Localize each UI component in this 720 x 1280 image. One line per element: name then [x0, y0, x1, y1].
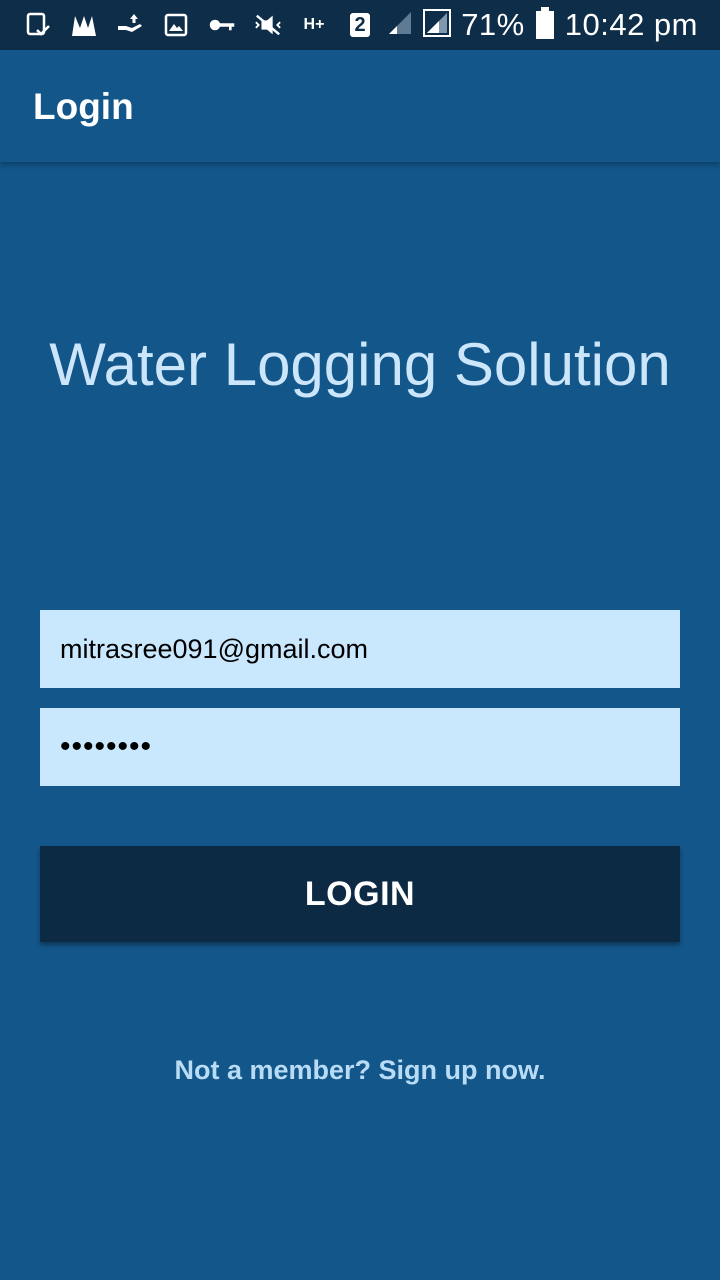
key-icon: [208, 12, 236, 38]
mute-icon: [254, 12, 282, 38]
password-field[interactable]: [40, 708, 680, 786]
m-logo-icon: [70, 12, 98, 38]
notification-icons: H+ 2: [24, 0, 374, 50]
hand-upload-icon: [116, 12, 144, 38]
page-title: Login: [33, 86, 134, 127]
status-bar: H+ 2 71% 10:42 pm: [0, 0, 720, 50]
battery-percent: 71%: [461, 7, 525, 42]
app-title: Water Logging Solution: [49, 331, 671, 398]
signup-link[interactable]: Not a member? Sign up now.: [0, 1055, 720, 1086]
screen-check-icon: [24, 12, 52, 38]
app-bar: Login: [0, 50, 720, 162]
signal-weak-icon: [387, 10, 413, 41]
battery-icon: [535, 6, 555, 44]
clock: 10:42 pm: [564, 7, 698, 42]
signal-icon: [423, 8, 452, 42]
login-button[interactable]: LOGIN: [40, 846, 680, 942]
system-indicators: 71% 10:42 pm: [387, 0, 698, 50]
sim2-icon: 2: [346, 12, 374, 38]
email-field[interactable]: [40, 610, 680, 688]
hplus-data-icon: H+: [303, 16, 325, 33]
image-icon: [162, 12, 190, 38]
